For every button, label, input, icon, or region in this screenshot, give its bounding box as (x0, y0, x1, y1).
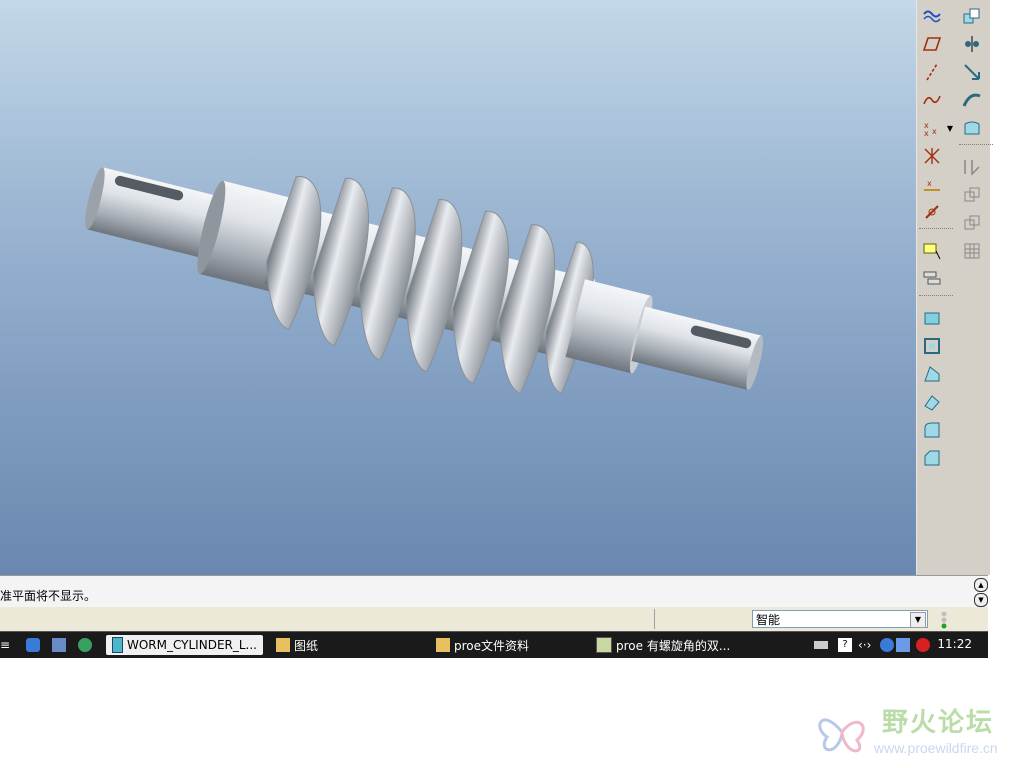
antivirus-icon[interactable] (916, 635, 934, 655)
coordinate-system-icon[interactable]: x (919, 172, 945, 196)
layer-icon[interactable] (919, 267, 945, 291)
taskbar-item-label: 图纸 (294, 638, 319, 653)
axis-icon[interactable] (919, 60, 945, 84)
toolbar-separator (959, 144, 993, 147)
plane-icon[interactable] (919, 32, 945, 56)
draft-icon[interactable] (919, 390, 945, 414)
scroll-up-icon[interactable]: ▲ (974, 578, 988, 592)
table-grid-icon[interactable] (959, 239, 985, 263)
taskbar-item-label: WORM_CYLINDER_L... (127, 638, 257, 652)
scroll-down-icon[interactable]: ▼ (974, 593, 988, 607)
taskbar-item-folder-proe-files[interactable]: proe文件资料 (436, 635, 529, 655)
watermark-url: www.proewildfire.cn (874, 740, 998, 756)
svg-text:x: x (927, 179, 932, 188)
quicklaunch-doc-icon[interactable] (52, 635, 70, 655)
system-tray: ? ‹·› 11:22 (808, 632, 988, 658)
start-fragment[interactable]: ≡ (0, 635, 10, 655)
message-text: 准平面将不显示。 (0, 589, 97, 603)
butterfly-logo-icon (818, 718, 865, 753)
status-bar: 智能 ▼ (0, 607, 988, 631)
taskbar-item-browser[interactable]: proe 有螺旋角的双... (596, 635, 730, 655)
taskbar-item-proe[interactable]: WORM_CYLINDER_L... (106, 635, 263, 655)
feature-toolbar: x x x ▼ x (916, 0, 993, 575)
move-icon[interactable] (959, 60, 985, 84)
chamfer-icon[interactable] (919, 446, 945, 470)
proe-app-icon (112, 637, 123, 653)
taskbar-item-label: proe文件资料 (454, 638, 530, 653)
pattern-dim-icon[interactable] (959, 211, 985, 235)
extrude-icon[interactable] (919, 306, 945, 330)
filter-value: 智能 (756, 613, 781, 627)
analysis-icon[interactable] (919, 200, 945, 224)
copy-icon[interactable] (959, 4, 985, 28)
help-icon[interactable]: ? (838, 635, 856, 655)
regen-status-icon[interactable] (938, 611, 950, 629)
graphics-viewport[interactable] (0, 0, 916, 575)
mirror-point-icon[interactable] (959, 32, 985, 56)
document-icon (596, 637, 612, 653)
message-scroll[interactable]: ▲ ▼ (974, 578, 988, 607)
rib-icon[interactable] (919, 362, 945, 386)
taskbar-clock: 11:22 (937, 637, 972, 651)
keyboard-icon[interactable] (814, 635, 832, 655)
watermark-title: 野火论坛 (882, 708, 995, 738)
merge-icon[interactable] (959, 155, 985, 179)
folder-icon (436, 638, 450, 652)
toolbar-column-datum: x x x ▼ x (919, 4, 953, 474)
blend-icon[interactable] (959, 116, 985, 140)
pattern-icon[interactable] (959, 183, 985, 207)
status-divider (654, 609, 655, 629)
network-arrows-icon[interactable]: ‹·› (858, 635, 871, 655)
message-area: 准平面将不显示。 ▲ ▼ (0, 575, 988, 608)
sweep-icon[interactable] (959, 88, 985, 112)
offset-point-icon[interactable] (919, 144, 945, 168)
taskbar-item-label: proe 有螺旋角的双... (616, 638, 731, 653)
network-icon[interactable] (896, 635, 914, 655)
quicklaunch-ie-icon[interactable] (26, 635, 44, 655)
toolbar-separator (919, 228, 953, 231)
toolbar-separator (919, 295, 953, 298)
quicklaunch-media-icon[interactable] (78, 635, 96, 655)
svg-text:x: x (924, 129, 929, 138)
shell-icon[interactable] (919, 334, 945, 358)
chevron-down-icon[interactable]: ▼ (910, 612, 926, 628)
taskbar-item-folder-drawings[interactable]: 图纸 (276, 635, 318, 655)
worm-shaft-model[interactable] (0, 0, 916, 575)
selection-filter-dropdown[interactable]: 智能 ▼ (752, 610, 928, 628)
windows-taskbar: ≡ WORM_CYLINDER_L... 图纸 proe文件资料 proe 有螺… (0, 631, 988, 658)
note-icon[interactable] (919, 239, 945, 263)
toolbar-column-edit (959, 4, 993, 267)
svg-text:x: x (932, 127, 937, 136)
round-icon[interactable] (919, 418, 945, 442)
spline-curve-icon[interactable] (919, 88, 945, 112)
datum-point-icon[interactable]: x x x ▼ (919, 116, 953, 140)
folder-icon (276, 638, 290, 652)
forum-watermark: 野火论坛 www.proewildfire.cn (812, 702, 1024, 764)
sketch-curve-icon[interactable] (919, 4, 945, 28)
